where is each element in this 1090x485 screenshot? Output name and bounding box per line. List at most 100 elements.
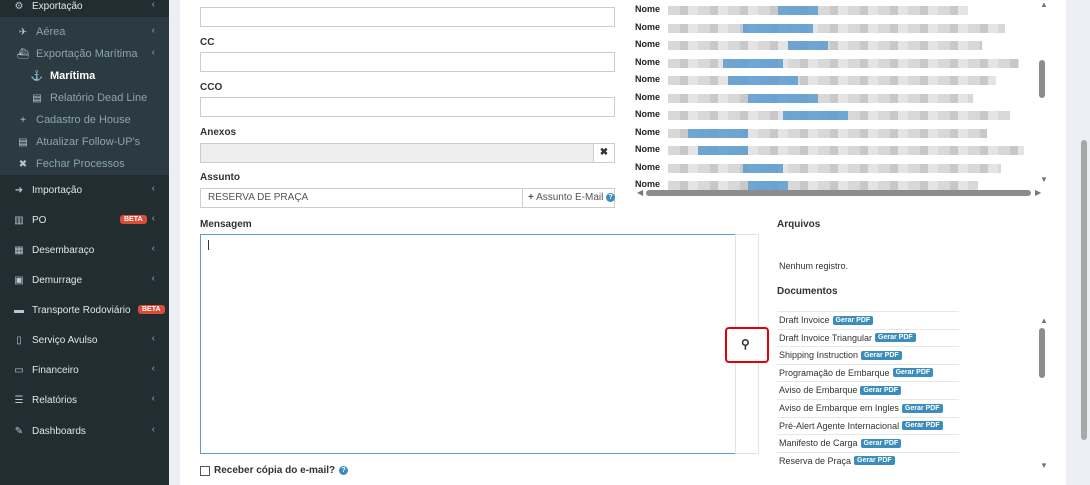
anexos-label: Anexos — [200, 127, 237, 138]
sidebar-item[interactable]: ▤ Relatório Dead Line — [0, 87, 169, 109]
sidebar-item-label: Atualizar Follow-UP's — [36, 136, 141, 148]
document-item: Manifesto de Carga Gerar PDF — [777, 434, 959, 451]
document-name: Pré-Alert Agente Internacional — [779, 420, 900, 431]
sidebar-item-label: Fechar Processos — [36, 158, 125, 170]
scroll-up-icon[interactable]: ▲ — [1040, 316, 1048, 325]
gerar-pdf-button[interactable]: Gerar PDF — [902, 421, 943, 431]
anexos-input[interactable] — [200, 143, 594, 163]
message-textarea[interactable] — [200, 234, 736, 454]
sidebar-item[interactable]: ✎ Dashboards ‹ — [0, 420, 169, 442]
file-icon: ▯ — [16, 334, 22, 346]
sidebar-item[interactable]: ▭ Financeiro ‹ — [0, 359, 169, 381]
sidebar-item-label: Financeiro — [32, 364, 79, 376]
copy-checkbox-label: Receber cópia do e-mail? — [214, 465, 336, 476]
contacts-list: Nome Nome Nome Nome Nome Nome Nome Nome Nome Nome… — [635, 0, 1055, 200]
sidebar-item[interactable]: ⚙ Exportação ‹ — [0, 0, 169, 17]
gerar-pdf-button[interactable]: Gerar PDF — [860, 438, 902, 448]
contact-name-label: Nome — [635, 109, 661, 119]
gerar-pdf-button[interactable]: Gerar PDF — [861, 350, 902, 360]
report-icon: ▤ — [32, 92, 42, 104]
chevron-left-icon: ‹ — [151, 47, 155, 58]
documents-scrollbar-thumb[interactable] — [1039, 328, 1045, 378]
contact-name-label: Nome — [635, 91, 661, 102]
help-icon[interactable]: ? — [339, 466, 349, 475]
copy-checkbox[interactable] — [200, 465, 210, 476]
copy-email-option[interactable]: Receber cópia do e-mail? ? — [200, 465, 349, 476]
gerar-pdf-button[interactable]: Gerar PDF — [832, 315, 874, 325]
cco-label: CCO — [200, 82, 223, 93]
sidebar-item[interactable]: ▣ Demurrage ‹ — [0, 269, 169, 291]
calculator-icon: ▦ — [14, 244, 24, 256]
document-name: Programação de Embarque — [779, 367, 890, 378]
scroll-left-icon[interactable]: ◀ — [637, 188, 643, 197]
contacts-horizontal-scrollbar[interactable] — [646, 190, 1031, 196]
sidebar-item[interactable]: ⚓ Marítima — [0, 65, 169, 87]
chevron-left-icon: ‹ — [151, 363, 155, 374]
contact-email-redacted[interactable] — [668, 93, 973, 103]
document-name: Aviso de Embarque — [779, 385, 858, 396]
sidebar-item[interactable]: ⛴ Exportação Marítima ‹ — [0, 43, 169, 65]
cc-input[interactable] — [200, 52, 615, 72]
scroll-up-icon[interactable]: ▲ — [1040, 0, 1048, 9]
document-item: Aviso de Embarque Gerar PDF — [777, 381, 959, 398]
contact-email-redacted[interactable] — [668, 76, 996, 85]
chevron-left-icon: ‹ — [151, 333, 155, 344]
sidebar-item[interactable]: ▤ Atualizar Follow-UP's — [0, 131, 169, 153]
assunto-input[interactable]: RESERVA DE PRAÇA — [200, 188, 523, 208]
gerar-pdf-button[interactable]: Gerar PDF — [875, 333, 916, 343]
contact-email-redacted[interactable] — [668, 23, 1005, 33]
sidebar-item-label: Demurrage — [32, 274, 83, 286]
gerar-pdf-button[interactable]: Gerar PDF — [892, 368, 934, 378]
document-item: Reserva de Praça Gerar PDF — [777, 451, 959, 469]
document-item: Shipping Instruction Gerar PDF — [777, 346, 959, 363]
document-name: Reserva de Praça — [779, 455, 852, 466]
document-name: Shipping Instruction — [779, 350, 859, 361]
documents-list: Draft Invoice Gerar PDF Draft Invoice Tria… — [777, 311, 959, 471]
sidebar-item[interactable]: ▦ Desembaraço ‹ — [0, 239, 169, 261]
sidebar-item[interactable]: ☰ Relatórios ‹ — [0, 389, 169, 411]
to-input[interactable] — [200, 7, 615, 27]
sidebar-item[interactable]: + Cadastro de House — [0, 109, 169, 131]
sidebar-item-label: Relatório Dead Line — [50, 92, 148, 104]
contact-highlight-redacted — [743, 163, 783, 173]
contact-email-redacted[interactable] — [668, 58, 1019, 68]
gerar-pdf-button[interactable]: Gerar PDF — [854, 456, 895, 466]
main-area: CC CCO Anexos ✖ Assunto RESERVA DE PRAÇA… — [169, 0, 1090, 485]
document-item: Draft Invoice Gerar PDF — [777, 311, 959, 328]
scroll-right-icon[interactable]: ▶ — [1035, 188, 1041, 197]
sidebar-item[interactable]: ✖ Fechar Processos — [0, 153, 169, 175]
page-scrollbar-thumb[interactable] — [1081, 140, 1087, 440]
document-name: Manifesto de Carga — [779, 438, 858, 449]
help-icon[interactable]: ? — [606, 192, 616, 202]
scroll-down-icon[interactable]: ▼ — [1040, 175, 1048, 184]
chevron-left-icon: ‹ — [151, 273, 155, 284]
text-cursor — [208, 240, 209, 250]
contacts-scrollbar-thumb[interactable] — [1039, 60, 1045, 98]
sidebar-item[interactable]: ▯ Serviço Avulso ‹ — [0, 329, 169, 351]
search-button[interactable]: ⚲ — [725, 327, 769, 363]
beta-badge: BETA — [138, 305, 165, 314]
assunto-email-button[interactable]: + Assunto E-Mail ? — [522, 188, 616, 208]
search-icon: ⚲ — [741, 337, 750, 351]
remove-attachment-button[interactable]: ✖ — [593, 143, 615, 163]
contact-email-redacted[interactable] — [668, 6, 968, 15]
sidebar-item[interactable]: ✈ Aérea ‹ — [0, 21, 169, 43]
contact-email-redacted[interactable] — [668, 181, 978, 190]
gerar-pdf-button[interactable]: Gerar PDF — [860, 385, 902, 395]
chevron-left-icon: ‹ — [151, 213, 155, 224]
contact-email-redacted[interactable] — [668, 163, 1001, 173]
sidebar-item-label: Importação — [32, 184, 83, 196]
sidebar-item[interactable]: ▬ Transporte Rodoviário BETA — [0, 299, 169, 321]
scroll-down-icon[interactable]: ▼ — [1040, 461, 1048, 470]
sidebar-item[interactable]: ▥ PO BETA ‹ — [0, 209, 169, 231]
gerar-pdf-button[interactable]: Gerar PDF — [901, 403, 943, 413]
sidebar-item[interactable]: ➜ Importação ‹ — [0, 179, 169, 201]
chevron-left-icon: ‹ — [151, 0, 155, 10]
chevron-left-icon: ‹ — [151, 424, 155, 435]
cco-input[interactable] — [200, 97, 615, 117]
contact-highlight-redacted — [688, 128, 748, 138]
money-icon: ▭ — [14, 364, 24, 376]
document-name: Draft Invoice — [779, 315, 830, 325]
sidebar-item-label: Transporte Rodoviário — [32, 304, 131, 316]
contact-name-label: Nome — [635, 39, 661, 49]
